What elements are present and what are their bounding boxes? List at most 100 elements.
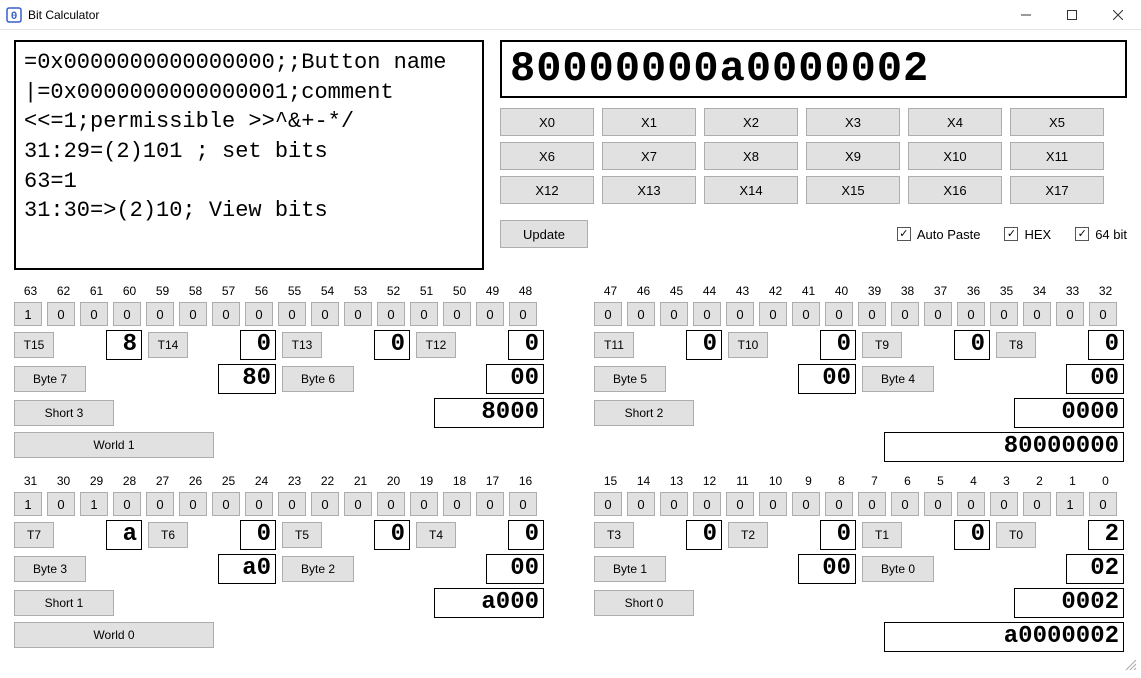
x-button[interactable]: X7 [602,142,696,170]
bit-toggle[interactable]: 0 [146,492,174,516]
byte-value[interactable]: 02 [1066,554,1124,584]
bit-toggle[interactable]: 0 [179,492,207,516]
nibble-value[interactable]: 0 [820,330,856,360]
bit-toggle[interactable]: 0 [627,302,655,326]
bit-toggle[interactable]: 0 [990,492,1018,516]
nibble-button[interactable]: T15 [14,332,54,358]
bit-toggle[interactable]: 0 [924,492,952,516]
bit-toggle[interactable]: 0 [1089,302,1117,326]
bit-toggle[interactable]: 0 [792,492,820,516]
nibble-value[interactable]: 0 [820,520,856,550]
bit64-checkbox[interactable]: ✓ 64 bit [1075,227,1127,242]
byte-value[interactable]: 00 [486,364,544,394]
bit-toggle[interactable]: 0 [311,302,339,326]
nibble-button[interactable]: T12 [416,332,456,358]
byte-value[interactable]: 00 [1066,364,1124,394]
bit-toggle[interactable]: 0 [245,492,273,516]
x-button[interactable]: X17 [1010,176,1104,204]
nibble-value[interactable]: 0 [1088,330,1124,360]
bit-toggle[interactable]: 0 [1089,492,1117,516]
byte-value[interactable]: 00 [486,554,544,584]
byte-button[interactable]: Byte 4 [862,366,934,392]
world-value[interactable]: a0000002 [884,622,1124,652]
bit-toggle[interactable]: 0 [627,492,655,516]
nibble-button[interactable]: T11 [594,332,634,358]
short-value[interactable]: a000 [434,588,544,618]
nibble-value[interactable]: 0 [954,330,990,360]
bit-toggle[interactable]: 0 [311,492,339,516]
bit-toggle[interactable]: 0 [759,492,787,516]
x-button[interactable]: X16 [908,176,1002,204]
bit-toggle[interactable]: 0 [344,302,372,326]
script-input[interactable]: =0x0000000000000000;;Button name |=0x000… [14,40,484,270]
resize-grip-icon[interactable] [1123,657,1137,674]
x-button[interactable]: X1 [602,108,696,136]
nibble-value[interactable]: 8 [106,330,142,360]
x-button[interactable]: X6 [500,142,594,170]
bit-toggle[interactable]: 0 [410,492,438,516]
bit-toggle[interactable]: 0 [410,302,438,326]
bit-toggle[interactable]: 0 [278,492,306,516]
short-value[interactable]: 8000 [434,398,544,428]
short-button[interactable]: Short 3 [14,400,114,426]
nibble-button[interactable]: T2 [728,522,768,548]
byte-button[interactable]: Byte 1 [594,556,666,582]
x-button[interactable]: X5 [1010,108,1104,136]
short-value[interactable]: 0000 [1014,398,1124,428]
nibble-value[interactable]: 0 [240,520,276,550]
short-button[interactable]: Short 0 [594,590,694,616]
nibble-button[interactable]: T14 [148,332,188,358]
bit-toggle[interactable]: 0 [957,492,985,516]
bit-toggle[interactable]: 0 [80,302,108,326]
bit-toggle[interactable]: 0 [509,492,537,516]
nibble-value[interactable]: a [106,520,142,550]
bit-toggle[interactable]: 0 [891,492,919,516]
bit-toggle[interactable]: 1 [14,492,42,516]
x-button[interactable]: X14 [704,176,798,204]
bit-toggle[interactable]: 0 [990,302,1018,326]
bit-toggle[interactable]: 0 [660,302,688,326]
bit-toggle[interactable]: 1 [14,302,42,326]
x-button[interactable]: X9 [806,142,900,170]
byte-value[interactable]: 00 [798,364,856,394]
bit-toggle[interactable]: 0 [212,302,240,326]
x-button[interactable]: X4 [908,108,1002,136]
bit-toggle[interactable]: 0 [146,302,174,326]
bit-toggle[interactable]: 0 [509,302,537,326]
bit-toggle[interactable]: 0 [476,302,504,326]
bit-toggle[interactable]: 0 [594,492,622,516]
bit-toggle[interactable]: 0 [377,492,405,516]
bit-toggle[interactable]: 1 [1056,492,1084,516]
nibble-button[interactable]: T5 [282,522,322,548]
bit-toggle[interactable]: 0 [726,492,754,516]
bit-toggle[interactable]: 0 [825,302,853,326]
bit-toggle[interactable]: 0 [858,302,886,326]
bit-toggle[interactable]: 0 [693,492,721,516]
bit-toggle[interactable]: 0 [1023,302,1051,326]
bit-toggle[interactable]: 0 [594,302,622,326]
bit-toggle[interactable]: 0 [47,302,75,326]
byte-button[interactable]: Byte 6 [282,366,354,392]
nibble-value[interactable]: 2 [1088,520,1124,550]
world-value[interactable]: 80000000 [884,432,1124,462]
x-button[interactable]: X13 [602,176,696,204]
nibble-button[interactable]: T13 [282,332,322,358]
nibble-button[interactable]: T1 [862,522,902,548]
bit-toggle[interactable]: 0 [113,492,141,516]
bit-toggle[interactable]: 0 [924,302,952,326]
hex-checkbox[interactable]: ✓ HEX [1004,227,1051,242]
bit-toggle[interactable]: 0 [344,492,372,516]
nibble-button[interactable]: T0 [996,522,1036,548]
bit-toggle[interactable]: 0 [792,302,820,326]
byte-button[interactable]: Byte 7 [14,366,86,392]
bit-toggle[interactable]: 0 [47,492,75,516]
byte-button[interactable]: Byte 2 [282,556,354,582]
byte-button[interactable]: Byte 5 [594,366,666,392]
hex-display[interactable]: 80000000a0000002 [500,40,1127,98]
nibble-value[interactable]: 0 [508,520,544,550]
close-button[interactable] [1095,0,1141,30]
byte-value[interactable]: 80 [218,364,276,394]
bit-toggle[interactable]: 0 [113,302,141,326]
nibble-value[interactable]: 0 [240,330,276,360]
bit-toggle[interactable]: 0 [1056,302,1084,326]
